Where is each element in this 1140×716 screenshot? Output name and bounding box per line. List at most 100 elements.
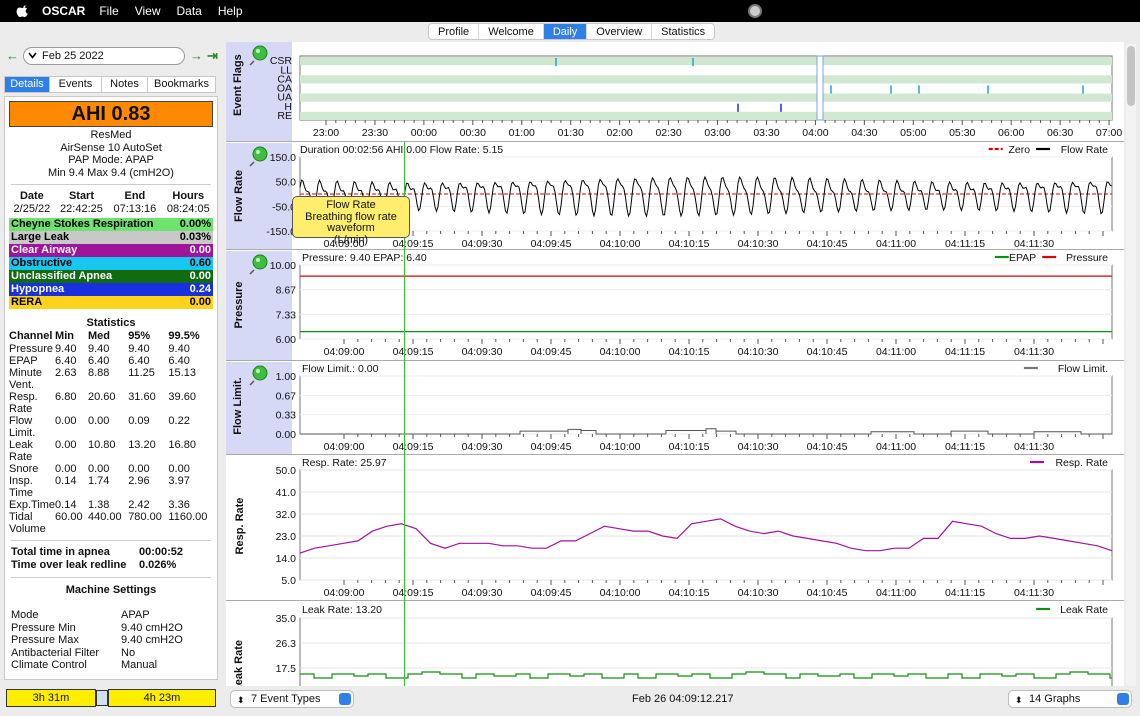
last-day-arrow-icon[interactable]: ⇥ — [207, 48, 218, 64]
setting-label: Antibacterial Filter — [11, 646, 100, 659]
event-row[interactable]: Obstructive 0.60 — [9, 257, 213, 270]
session-end: 07:13:16 — [113, 203, 157, 215]
event-types-dropdown[interactable]: ⬍ 7 Event Types — [230, 690, 354, 708]
date-picker[interactable]: Feb 25 2022 — [23, 47, 185, 65]
machine-brand: ResMed — [90, 129, 132, 141]
menu-data[interactable]: Data — [176, 4, 201, 18]
scrollbar-thumb[interactable] — [1127, 46, 1135, 106]
x-tick-label: 06:00 — [998, 127, 1024, 139]
app-menu[interactable]: OSCAR — [42, 4, 85, 18]
x-tick-label: 04:10:15 — [669, 346, 710, 358]
x-tick-label: 01:00 — [509, 127, 535, 139]
stats-value: 0.00 — [55, 463, 77, 475]
previous-day-arrow-icon[interactable]: ← — [6, 48, 19, 63]
tab-events[interactable]: Events — [50, 76, 102, 93]
tab-bookmarks[interactable]: Bookmarks — [148, 76, 216, 93]
dropdown-button-icon — [339, 693, 351, 705]
pap-mode: PAP Mode: APAP — [68, 154, 154, 166]
tooltip-title: Flow Rate — [326, 199, 376, 211]
x-tick-label: 04:11:30 — [1014, 587, 1054, 599]
x-tick-label: 23:30 — [362, 127, 388, 139]
machine-setting-row: Climate Control Manual — [11, 659, 211, 672]
y-tick-label: 1.00 — [276, 371, 297, 383]
x-tick-label: 04:10:15 — [669, 238, 710, 250]
x-tick-label: 04:09:45 — [531, 441, 572, 453]
divider — [11, 577, 211, 578]
tab-statistics[interactable]: Statistics — [652, 24, 714, 39]
x-tick-label: 04:10:00 — [600, 346, 641, 358]
tab-overview[interactable]: Overview — [587, 24, 653, 39]
stats-value: 0.00 — [55, 415, 77, 427]
x-tick-label: 04:10:00 — [600, 238, 641, 250]
graphs-dropdown[interactable]: ⬍ 14 Graphs — [1008, 690, 1132, 708]
session-bar-left[interactable]: 3h 31m — [6, 689, 96, 707]
x-tick-label: 04:10:15 — [669, 441, 710, 453]
setting-value: Manual — [121, 659, 158, 671]
y-tick-label: 0.00 — [276, 429, 297, 441]
x-tick-label: 04:11:15 — [945, 346, 985, 358]
graph-scrollbar[interactable] — [1126, 44, 1136, 686]
y-tick-label: 150.0 — [270, 152, 296, 164]
event-row[interactable]: Clear Airway 0.00 — [9, 244, 213, 257]
x-tick-label: 04:09:30 — [462, 238, 503, 250]
x-tick-label: 04:10:00 — [600, 441, 641, 453]
pressure-chart: 10.00 8.67 7.33 6.00 Pressure: 9.40 EPAP: 6.… — [270, 252, 1113, 358]
tab-daily[interactable]: Daily — [543, 24, 588, 39]
pressure-range: Min 9.4 Max 9.4 (cmH2O) — [48, 166, 174, 179]
menu-help[interactable]: Help — [218, 4, 243, 18]
flag-row-label: RE — [277, 110, 292, 122]
setting-label: Pressure Max — [11, 634, 79, 646]
pressure-panel[interactable]: Pressure 10.00 8.67 7.33 6.00 Pressure: 9.40… — [226, 251, 1124, 361]
x-tick-label: 04:10:30 — [738, 346, 779, 358]
resp-rate-panel[interactable]: Resp. Rate 50.0 41.0 32.0 23.0 14.0 5.0 Resp. … — [226, 456, 1124, 601]
apple-icon[interactable] — [16, 4, 30, 18]
event-summary-list: Cheyne Stokes Respiration 0.00% Large Leak… — [5, 218, 217, 309]
event-flags-panel[interactable]: Event Flags CSR LL CA OA UA H RE 23:00 23:30 00:0… — [226, 42, 1124, 142]
leak-rate-panel[interactable]: Leak Rate 35.0 26.3 17.5 Leak Rate: 13.20 Le… — [226, 602, 1124, 686]
chevron-down-icon — [28, 52, 37, 59]
y-tick-label: 8.67 — [276, 285, 297, 297]
flow-limit-panel[interactable]: Flow Limit. 1.00 0.67 0.33 0.00 Flow Limit.:… — [226, 362, 1124, 455]
menu-view[interactable]: View — [135, 4, 161, 18]
stats-value: 6.40 — [55, 355, 77, 367]
tab-profile[interactable]: Profile — [429, 24, 480, 39]
stats-channel: EPAP — [9, 355, 38, 367]
legend-label: Pressure — [1066, 252, 1108, 264]
x-tick-label: 04:10:15 — [669, 587, 710, 599]
stats-value: 2.42 — [128, 499, 150, 511]
tab-details[interactable]: Details — [4, 76, 50, 93]
next-day-arrow-icon[interactable]: → — [190, 48, 203, 63]
x-tick-label: 04:10:45 — [807, 238, 848, 250]
y-tick-label: 32.0 — [276, 509, 297, 521]
session-date: 2/25/22 — [13, 203, 51, 215]
stats-value: 2.63 — [55, 367, 77, 379]
apnea-time-value: 00:00:52 — [139, 546, 184, 558]
stats-value: 3.36 — [168, 499, 190, 511]
y-tick-label: 5.0 — [281, 575, 296, 587]
stats-row: Insp. Time 0.14 1.74 2.96 3.97 — [9, 475, 215, 499]
event-row[interactable]: RERA 0.00 — [9, 296, 213, 309]
graph-header: Resp. Rate: 25.97 — [302, 457, 387, 469]
x-tick-label: 04:10:45 — [807, 587, 848, 599]
status-icon[interactable] — [748, 4, 762, 18]
session-bar-right[interactable]: 4h 23m — [108, 689, 216, 707]
graph-area: Event Flags CSR LL CA OA UA H RE 23:00 23:30 00:0… — [226, 42, 1124, 686]
stats-channel: Insp. Time — [9, 475, 34, 499]
menu-file[interactable]: File — [99, 4, 118, 18]
event-row[interactable]: Large Leak 0.03% — [9, 231, 213, 244]
event-row[interactable]: Hypopnea 0.24 — [9, 283, 213, 296]
setting-value: 9.40 cmH2O — [121, 634, 183, 646]
event-row[interactable]: Cheyne Stokes Respiration 0.00% — [9, 218, 213, 231]
event-name: Large Leak — [11, 231, 70, 243]
machine-settings-title: Machine Settings — [65, 584, 157, 596]
x-tick-label: 04:09:00 — [324, 346, 365, 358]
y-tick-label: 0.67 — [276, 390, 297, 402]
view-window[interactable] — [816, 55, 824, 121]
tab-notes[interactable]: Notes — [102, 76, 148, 93]
event-value: 0.00% — [179, 218, 211, 230]
tab-welcome[interactable]: Welcome — [479, 24, 544, 39]
flow-rate-tooltip: Flow Rate Breathing flow rate waveform (… — [292, 196, 410, 245]
event-row[interactable]: Unclassified Apnea 0.00 — [9, 270, 213, 283]
y-tick-label: 23.0 — [276, 531, 297, 543]
stats-header: 95% — [128, 330, 151, 342]
